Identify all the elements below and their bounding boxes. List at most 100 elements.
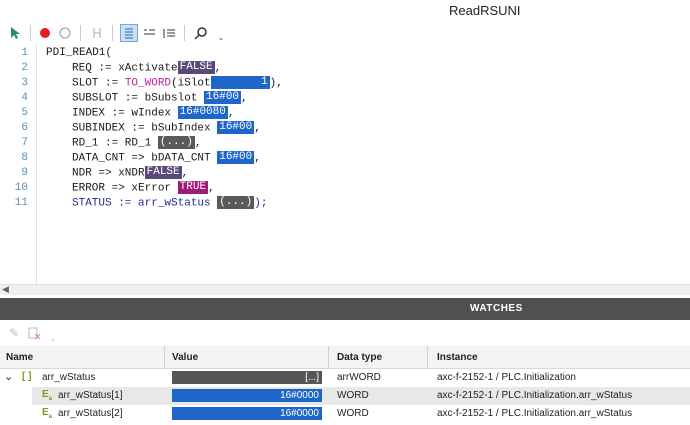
live-value[interactable]: FALSE [144,166,182,179]
live-value[interactable]: 16#00 [204,91,242,104]
watch-value[interactable]: [...] [172,371,322,384]
watch-name: arr_wStatus[2] [58,408,123,419]
code-text: STATUS := arr_wStatus [72,197,211,210]
column-divider[interactable] [328,346,329,368]
column-divider[interactable] [164,346,165,368]
watch-expand-icon[interactable] [160,24,178,42]
column-header-instance[interactable]: Instance [437,352,478,363]
line-number: 7 [21,137,28,149]
line-number: 3 [21,77,28,89]
code-line: SUBINDEX := bSubIndex 16#00, [72,121,261,136]
code-line: DATA_CNT => bDATA_CNT 16#00, [72,151,261,166]
code-line: RD_1 := RD_1 (...), [72,136,201,151]
code-line: ERROR => xError TRUE, [72,181,215,196]
toolbar-separator [30,25,31,41]
breakpoint-set-icon[interactable] [36,24,54,42]
code-line: STATUS := arr_wStatus (...)); [72,196,267,211]
code-suffix: ); [254,197,268,210]
watch-value[interactable]: 16#0000 [172,407,322,420]
code-text: REQ := xActivate [72,62,178,75]
live-value[interactable]: FALSE [177,61,215,74]
live-value[interactable]: 16#00 [217,151,255,164]
code-line: NDR => xNDR FALSE, [72,166,188,181]
toolbar-separator [80,25,81,41]
code-text: SUBINDEX := bSubIndex [72,122,211,135]
breakpoint-clear-icon[interactable] [56,24,74,42]
line-number: 8 [21,152,28,164]
code-suffix: , [241,92,248,105]
code-line: REQ := xActivate FALSE, [72,61,221,76]
watch-name: arr_wStatus[1] [58,390,123,401]
live-value[interactable]: 16#0080 [177,106,228,119]
watch-instance: axc-f-2152-1 / PLC.Initialization [437,372,576,383]
column-divider[interactable] [427,346,428,368]
code-text: INDEX := wIndex [72,107,172,120]
search-icon[interactable] [192,24,210,42]
line-number: 10 [14,182,28,194]
code-text: SUBSLOT := bSubslot [72,92,198,105]
function-name: TO_WORD [124,77,172,90]
watch-value[interactable]: 16#0000 [172,389,322,402]
line-number: 5 [21,107,28,119]
dropdown-chevron-icon[interactable]: ⌄ [44,329,62,347]
editor-toolbar: ⌄ [0,22,690,44]
line-number: 11 [14,197,28,209]
scroll-left-icon[interactable]: ◀ [2,284,9,295]
table-row[interactable]: Ea arr_wStatus[1] 16#0000 WORD axc-f-215… [0,387,690,405]
line-number: 4 [21,92,28,104]
watch-datatype: WORD [337,408,369,419]
code-text: RD_1 := RD_1 [72,137,152,150]
toolbar-separator [112,25,113,41]
watch-instance: axc-f-2152-1 / PLC.Initialization.arr_wS… [437,390,633,401]
watches-title: WATCHES [470,303,523,314]
table-row[interactable]: ⌄ [ ] arr_wStatus [...] arrWORD axc-f-21… [0,369,690,387]
cursor-arrow-icon[interactable] [6,24,24,42]
edit-icon[interactable]: ✎ [5,324,23,342]
array-icon: [ ] [22,371,32,382]
table-header: Name Value Data type Instance [0,346,690,369]
code-text: SLOT := [72,77,125,90]
live-value[interactable]: (...) [157,136,195,149]
code-suffix: ), [269,77,283,90]
watch-instance: axc-f-2152-1 / PLC.Initialization.arr_wS… [437,408,633,419]
code-suffix: , [214,62,222,75]
variable-icon: Ea [42,389,53,402]
step-icon[interactable] [88,24,106,42]
column-header-name[interactable]: Name [6,352,33,363]
code-text: DATA_CNT => bDATA_CNT [72,152,211,165]
code-line: PDI_READ1( [46,46,112,61]
live-value[interactable]: 16#00 [217,121,255,134]
live-value[interactable]: 1 [210,76,270,89]
code-line: SLOT := TO_WORD(iSlot 1), [72,76,283,91]
watch-datatype: arrWORD [337,372,381,383]
column-header-datatype[interactable]: Data type [337,352,382,363]
delete-watch-icon[interactable] [25,324,43,342]
column-header-value[interactable]: Value [172,352,198,363]
code-suffix: , [227,107,235,120]
code-editor[interactable]: 1 2 3 4 5 6 7 8 9 10 11 PDI_READ1( REQ :… [0,44,690,284]
variable-icon: Ea [42,407,53,420]
collapse-chevron-icon[interactable]: ⌄ [4,370,13,383]
line-number: 9 [21,167,28,179]
watches-toolbar: ✎ ⌄ [0,321,690,345]
live-value[interactable]: TRUE [177,181,209,194]
table-row[interactable]: Ea arr_wStatus[2] 16#0000 WORD axc-f-215… [0,405,690,423]
code-text: (iSlot [171,77,211,90]
watch-name: arr_wStatus [42,372,96,383]
code-line: SUBSLOT := bSubslot 16#00, [72,91,248,106]
code-text: PDI_READ1( [46,47,113,59]
watch-datatype: WORD [337,390,369,401]
live-value[interactable]: (...) [217,196,255,209]
watches-panel-header: WATCHES [0,298,690,320]
horizontal-scrollbar[interactable]: ◀ [0,284,690,295]
code-text: ERROR => xError [72,182,172,195]
code-suffix: , [254,122,261,135]
line-number-gutter: 1 2 3 4 5 6 7 8 9 10 11 [0,44,37,284]
watch-toggle-icon[interactable] [120,24,138,42]
line-number: 6 [21,122,28,134]
line-number: 2 [21,62,28,74]
watch-list-icon[interactable] [140,24,158,42]
code-text: NDR => xNDR [72,167,145,180]
title-bar: ReadRSUNI [0,0,690,22]
toolbar-separator [184,25,185,41]
